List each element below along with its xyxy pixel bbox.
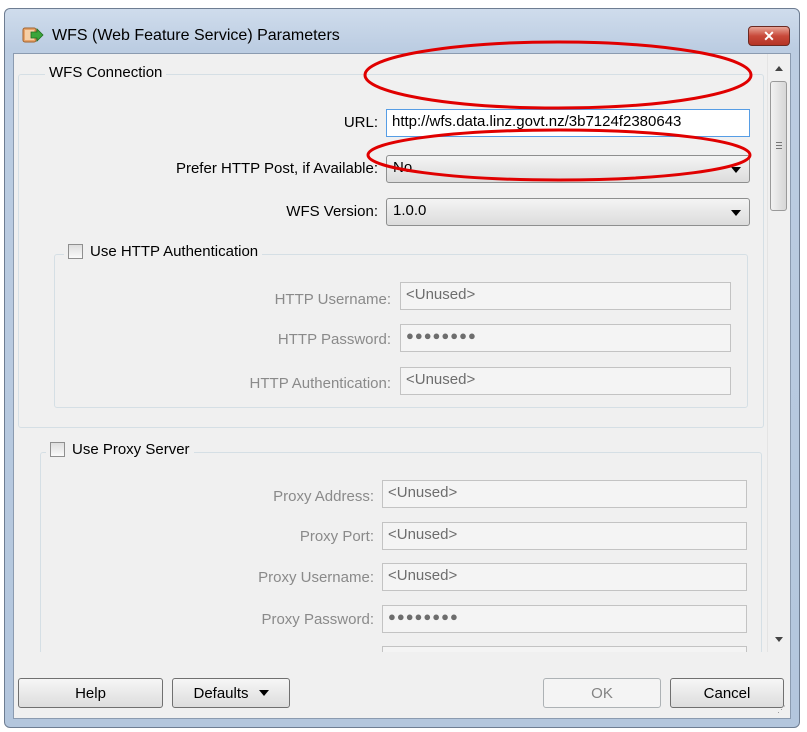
prefer-post-select[interactable]: No bbox=[386, 155, 750, 183]
proxy-address-input[interactable]: <Unused> bbox=[382, 480, 747, 508]
scroll-down-icon[interactable] bbox=[775, 637, 783, 642]
use-proxy-checkbox[interactable] bbox=[50, 442, 65, 457]
http-password-input[interactable]: ●●●●●●●● bbox=[400, 324, 731, 352]
chevron-down-icon bbox=[731, 167, 741, 173]
close-icon: ✕ bbox=[763, 27, 775, 44]
http-auth-legend: Use HTTP Authentication bbox=[64, 243, 263, 260]
http-authentication-label: HTTP Authentication: bbox=[249, 375, 391, 392]
prefer-post-value: No bbox=[393, 159, 413, 176]
help-button-label: Help bbox=[75, 684, 106, 702]
wfs-version-value: 1.0.0 bbox=[393, 202, 427, 219]
proxy-address-label: Proxy Address: bbox=[273, 488, 374, 505]
proxy-username-input[interactable]: <Unused> bbox=[382, 563, 747, 591]
ok-button-label: OK bbox=[591, 684, 613, 702]
title-bar[interactable]: WFS (Web Feature Service) Parameters ✕ bbox=[5, 9, 799, 53]
proxy-port-input[interactable]: <Unused> bbox=[382, 522, 747, 550]
dialog-client-area: WFS Connection URL: http://wfs.data.linz… bbox=[13, 53, 791, 719]
partial-hidden-field bbox=[382, 646, 747, 652]
defaults-button-label: Defaults bbox=[193, 684, 249, 702]
defaults-button[interactable]: Defaults bbox=[172, 678, 290, 708]
proxy-legend: Use Proxy Server bbox=[46, 441, 194, 458]
http-password-label: HTTP Password: bbox=[277, 331, 391, 348]
close-button[interactable]: ✕ bbox=[748, 26, 790, 46]
proxy-port-label: Proxy Port: bbox=[299, 528, 374, 545]
use-http-auth-checkbox[interactable] bbox=[68, 244, 83, 259]
wfs-version-select[interactable]: 1.0.0 bbox=[386, 198, 750, 226]
cancel-button[interactable]: Cancel bbox=[670, 678, 784, 708]
proxy-password-input[interactable]: ●●●●●●●● bbox=[382, 605, 747, 633]
http-authentication-input[interactable]: <Unused> bbox=[400, 367, 731, 395]
ok-button[interactable]: OK bbox=[543, 678, 661, 708]
scrollbar-thumb[interactable] bbox=[770, 81, 787, 211]
prefer-post-label: Prefer HTTP Post, if Available: bbox=[175, 160, 378, 177]
app-icon bbox=[22, 27, 44, 43]
parameters-scroll-area: WFS Connection URL: http://wfs.data.linz… bbox=[14, 54, 768, 652]
url-label: URL: bbox=[343, 114, 378, 131]
wfs-connection-legend: WFS Connection bbox=[45, 64, 167, 81]
chevron-down-icon bbox=[258, 690, 269, 696]
http-username-input[interactable]: <Unused> bbox=[400, 282, 731, 310]
chevron-down-icon bbox=[731, 210, 741, 216]
cancel-button-label: Cancel bbox=[703, 684, 751, 702]
http-username-label: HTTP Username: bbox=[274, 291, 391, 308]
dialog-window: WFS (Web Feature Service) Parameters ✕ W… bbox=[4, 8, 800, 728]
proxy-username-label: Proxy Username: bbox=[258, 569, 374, 586]
wfs-version-label: WFS Version: bbox=[286, 203, 378, 220]
window-title: WFS (Web Feature Service) Parameters bbox=[52, 27, 340, 44]
scroll-up-icon[interactable] bbox=[775, 66, 783, 71]
help-button[interactable]: Help bbox=[18, 678, 163, 708]
use-proxy-label[interactable]: Use Proxy Server bbox=[72, 441, 190, 458]
proxy-password-label: Proxy Password: bbox=[261, 611, 374, 628]
url-input[interactable]: http://wfs.data.linz.govt.nz/3b7124f2380… bbox=[386, 109, 750, 137]
vertical-scrollbar[interactable] bbox=[767, 54, 790, 652]
grip-icon bbox=[776, 142, 782, 143]
resize-grip-icon[interactable]: ⋰ bbox=[777, 705, 787, 715]
use-http-auth-label[interactable]: Use HTTP Authentication bbox=[90, 243, 258, 260]
